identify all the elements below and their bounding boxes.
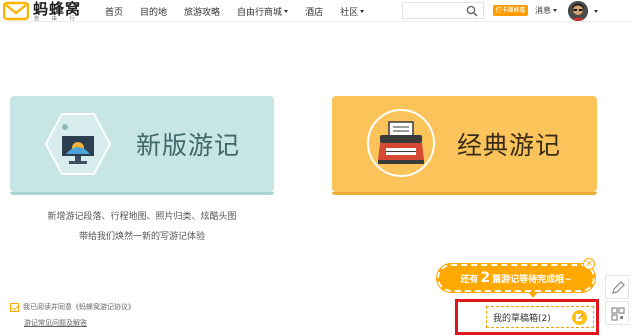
nav-item-mall[interactable]: 自由行商城 (237, 5, 289, 18)
card-shadow (10, 192, 274, 195)
top-header: 蚂蜂窝 自 · 由 · 行 首页 目的地 旅游攻略 自由行商城 酒店 社区 打卡… (0, 0, 632, 22)
typewriter-icon (367, 109, 435, 177)
nav-item-destinations[interactable]: 目的地 (140, 5, 167, 18)
logo-text: 蚂蜂窝 (33, 0, 82, 18)
checkin-button[interactable]: 打卡赚蜂蜜 (493, 5, 528, 16)
nav-label: 旅游攻略 (184, 7, 221, 18)
agreement-checkbox-row[interactable]: 我已阅读并同意《蚂蜂窝游记协议》 (10, 302, 135, 312)
avatar[interactable] (568, 1, 588, 21)
checkbox-checked-icon[interactable] (10, 302, 19, 312)
nav-label: 首页 (105, 7, 124, 18)
drafts-label: 我的草稿箱(2) (493, 313, 551, 324)
edit-draft-icon (572, 310, 587, 325)
chevron-down-icon (284, 9, 289, 13)
qrcode-icon (611, 307, 625, 321)
card-shadow (332, 192, 597, 195)
side-edit-button[interactable] (605, 275, 629, 299)
agreement-label: 我已阅读并同意《蚂蜂窝游记协议》 (23, 303, 135, 311)
chevron-down-icon (360, 9, 365, 13)
logo-subtitle: 自 · 由 · 行 (34, 16, 77, 22)
nav-item-home[interactable]: 首页 (105, 5, 123, 18)
avatar-image-icon (568, 1, 588, 21)
side-qrcode-button[interactable] (605, 301, 629, 325)
new-travelogue-card[interactable]: 新版游记 (10, 96, 274, 195)
pencil-icon (612, 281, 625, 294)
main-nav: 首页 目的地 旅游攻略 自由行商城 酒店 社区 (105, 0, 381, 22)
feature-description-line2: 带给我们焕然一新的写游记体验 (78, 232, 205, 242)
close-icon[interactable]: × (583, 258, 595, 270)
nav-item-hotels[interactable]: 酒店 (305, 5, 323, 18)
nav-label: 自由行商城 (237, 7, 283, 18)
search-icon[interactable] (466, 5, 478, 17)
nav-item-guides[interactable]: 旅游攻略 (184, 5, 220, 18)
feature-description-line1: 新增游记段落、行程地图、照片归类、炫酷头图 (47, 212, 237, 222)
new-travelogue-title: 新版游记 (136, 131, 241, 160)
nav-label: 酒店 (305, 7, 324, 18)
bubble-prefix: 还有 (460, 274, 479, 285)
bubble-suffix: 篇游记等待完成哦~ (492, 274, 572, 285)
classic-travelogue-title: 经典游记 (457, 131, 562, 160)
chevron-down-icon (553, 9, 557, 12)
chevron-down-icon[interactable] (594, 10, 598, 13)
nav-item-community[interactable]: 社区 (340, 5, 365, 18)
monitor-hexagon-icon (44, 113, 112, 175)
bubble-tail (528, 292, 538, 298)
nav-label: 社区 (340, 7, 359, 18)
messages-label: 消息 (535, 6, 551, 15)
search-input[interactable] (402, 2, 484, 19)
site-logo[interactable]: 蚂蜂窝 自 · 由 · 行 (3, 1, 85, 23)
bubble-count: 2 (480, 270, 491, 286)
drafts-button[interactable]: 我的草稿箱(2) (486, 306, 594, 328)
logo-mark-icon (3, 1, 29, 21)
faq-link[interactable]: 游记常见问题及解答 (24, 318, 87, 328)
drafts-reminder-bubble: 还有 2 篇游记等待完成哦~ (437, 264, 595, 292)
messages-menu[interactable]: 消息 (535, 5, 557, 16)
nav-label: 目的地 (140, 7, 168, 18)
classic-travelogue-card[interactable]: 经典游记 (332, 96, 597, 195)
